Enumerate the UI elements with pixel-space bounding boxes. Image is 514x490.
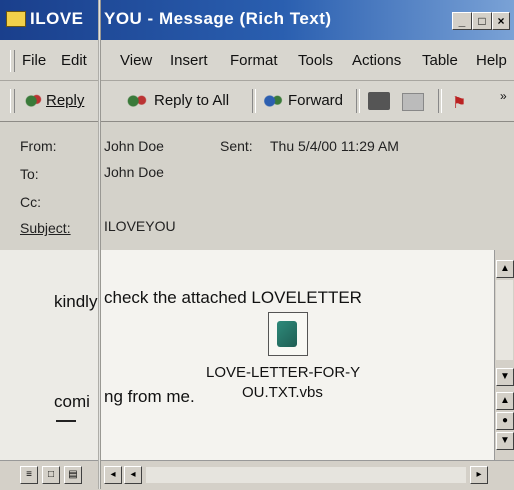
to-value: John Doe xyxy=(104,164,164,180)
page-view-icon[interactable]: ▤ xyxy=(64,466,82,484)
reply-all-icon xyxy=(126,92,150,109)
title-bar: ILOVE YOU - Message (Rich Text) _ □ × xyxy=(0,0,514,40)
toolbar-separator-2 xyxy=(356,89,360,113)
envelope-icon xyxy=(6,11,26,27)
previous-item-button[interactable]: ▲ xyxy=(496,392,514,410)
window-title-back: ILOVE xyxy=(30,9,84,28)
menu-edit[interactable]: Edit xyxy=(61,52,87,69)
web-view-icon[interactable]: □ xyxy=(42,466,60,484)
body-text-back-1: kindly xyxy=(54,292,98,311)
menu-insert[interactable]: Insert xyxy=(170,52,208,69)
body-text-back-2: comi xyxy=(54,392,90,411)
bottom-bar: ≡ □ ▤ ◂ ◂ ▸ xyxy=(0,460,514,490)
scroll-left-button-back[interactable]: ◂ xyxy=(104,466,122,484)
text-cursor xyxy=(56,420,76,422)
menu-view[interactable]: View xyxy=(120,52,152,69)
maximize-button[interactable]: □ xyxy=(472,12,492,30)
body-text-line-1: check the attached LOVELETTER xyxy=(104,288,362,307)
from-label: From: xyxy=(20,138,57,154)
menu-file[interactable]: File xyxy=(22,52,46,69)
scroll-right-button[interactable]: ▸ xyxy=(470,466,488,484)
reply-button[interactable]: Reply xyxy=(24,92,84,109)
sent-value: Thu 5/4/00 11:29 AM xyxy=(270,138,399,154)
forward-icon xyxy=(262,92,284,109)
toolbar-grip xyxy=(10,89,15,113)
reply-all-label: Reply to All xyxy=(154,92,230,109)
menu-format[interactable]: Format xyxy=(230,52,278,69)
menu-table[interactable]: Table xyxy=(422,52,458,69)
reply-label: Reply xyxy=(46,92,85,109)
reply-icon xyxy=(24,92,42,109)
toolbar-overflow-icon[interactable]: » xyxy=(500,89,507,103)
back-window-body xyxy=(0,250,100,460)
horizontal-scroll-track[interactable] xyxy=(146,467,466,483)
window-title: YOU - Message (Rich Text) xyxy=(104,9,332,28)
vertical-scrollbar[interactable]: ▲ ▼ ▲ ● ▼ xyxy=(494,250,514,460)
window-overlap-edge xyxy=(98,0,101,489)
subject-value: ILOVEYOU xyxy=(104,218,176,234)
menu-bar: File Edit View Insert Format Tools Actio… xyxy=(0,40,514,81)
select-browse-object-button[interactable]: ● xyxy=(496,412,514,430)
toolbar-separator xyxy=(252,89,256,113)
next-item-button[interactable]: ▼ xyxy=(496,432,514,450)
forward-label: Forward xyxy=(288,92,344,109)
forward-button[interactable]: Forward xyxy=(262,92,343,109)
toolbar-separator-3 xyxy=(438,89,442,113)
message-header: From: John Doe Sent: Thu 5/4/00 11:29 AM… xyxy=(0,122,514,250)
scroll-left-button[interactable]: ◂ xyxy=(124,466,142,484)
cc-label: Cc: xyxy=(20,194,41,210)
scroll-graphic xyxy=(277,321,297,347)
attachment-name-line-1[interactable]: LOVE-LETTER-FOR-Y xyxy=(206,364,360,381)
minimize-button[interactable]: _ xyxy=(452,12,472,30)
copy-icon[interactable] xyxy=(402,93,424,111)
scroll-up-button[interactable]: ▲ xyxy=(496,260,514,278)
reply-all-button[interactable]: Reply to All xyxy=(126,92,229,109)
to-label: To: xyxy=(20,166,39,182)
sent-label: Sent: xyxy=(220,138,253,154)
subject-label: Subject: xyxy=(20,220,71,236)
menu-actions[interactable]: Actions xyxy=(352,52,401,69)
toolbar: Reply Reply to All Forward ⚑ » xyxy=(0,81,514,122)
menu-grip xyxy=(10,50,15,72)
normal-view-icon[interactable]: ≡ xyxy=(20,466,38,484)
from-value: John Doe xyxy=(104,138,164,154)
script-file-icon[interactable] xyxy=(268,312,308,356)
close-button[interactable]: × xyxy=(492,12,510,30)
menu-help[interactable]: Help xyxy=(476,52,507,69)
body-text-line-2: ng from me. xyxy=(104,387,195,406)
scroll-down-button[interactable]: ▼ xyxy=(496,368,514,386)
attachment-name-line-2[interactable]: OU.TXT.vbs xyxy=(242,384,323,401)
menu-tools[interactable]: Tools xyxy=(298,52,333,69)
print-icon[interactable] xyxy=(368,92,390,110)
flag-icon[interactable]: ⚑ xyxy=(452,93,466,113)
scroll-thumb[interactable] xyxy=(496,280,513,360)
